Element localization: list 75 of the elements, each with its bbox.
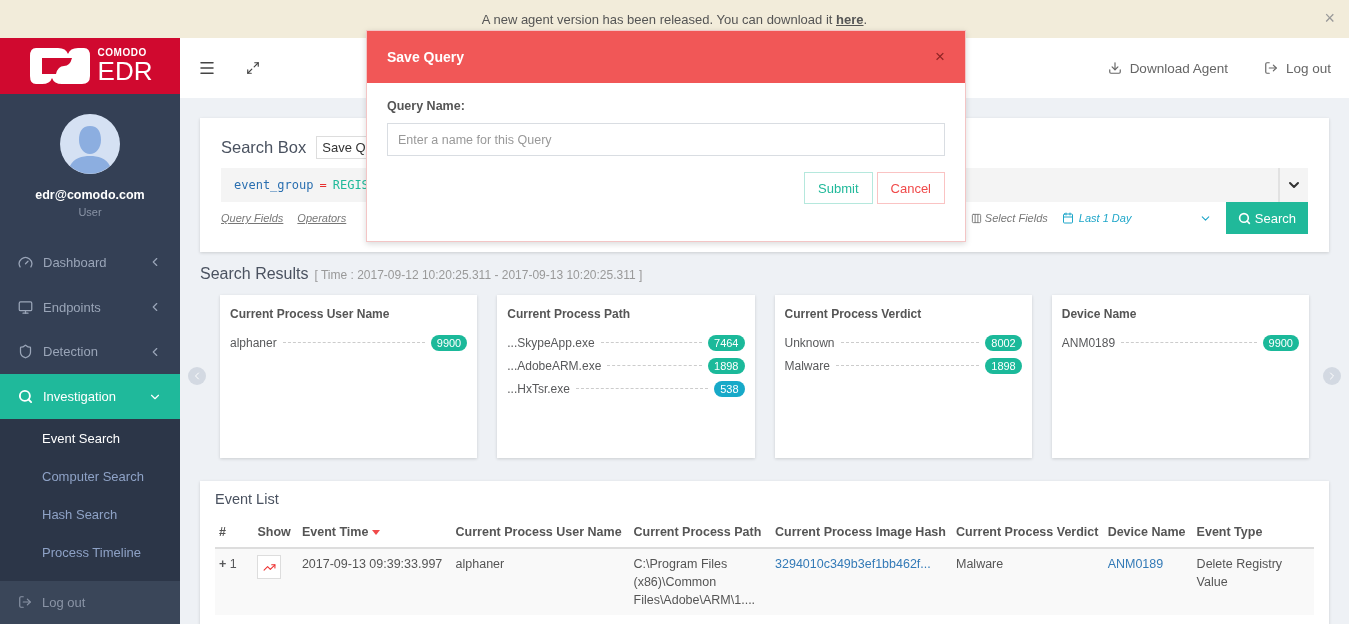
nav-item[interactable]: Dashboard bbox=[0, 239, 180, 285]
table-cell: alphaner bbox=[455, 557, 505, 571]
brand-name: COMODO bbox=[97, 47, 148, 58]
download-icon bbox=[1107, 61, 1122, 75]
banner-message: A new agent version has been released. You can download it here. bbox=[481, 11, 868, 27]
result-label: Unknown bbox=[784, 335, 835, 350]
show-graph-button[interactable] bbox=[257, 555, 282, 579]
nav-subitem[interactable]: Hash Search bbox=[0, 495, 180, 533]
help-link[interactable]: Query Fields bbox=[221, 212, 284, 224]
panel-title: Event List bbox=[215, 491, 280, 507]
query-name-field[interactable]: Enter a name for this Query bbox=[387, 123, 945, 156]
count-badge: 1898 bbox=[708, 357, 745, 374]
result-label: ...SkypeApp.exe bbox=[507, 335, 595, 350]
table-link[interactable]: ANM0189 bbox=[1107, 557, 1164, 571]
avatar-silhouette bbox=[60, 113, 120, 174]
result-label: ...HxTsr.exe bbox=[507, 381, 570, 396]
field-label: Query Name: bbox=[387, 99, 466, 113]
header-link[interactable]: Download Agent bbox=[1107, 60, 1228, 76]
table-cell: Malware bbox=[956, 557, 1004, 571]
submit-button[interactable]: Submit bbox=[804, 172, 873, 204]
nav-item[interactable]: Detection bbox=[0, 329, 180, 375]
result-label: alphaner bbox=[230, 335, 277, 350]
count-badge: 1898 bbox=[985, 357, 1022, 374]
sort-caret-icon bbox=[372, 530, 381, 536]
help-link[interactable]: Operators bbox=[297, 212, 347, 224]
time-range: [ Time : 2017-09-12 10:20:25.311 - 2017-09-13 10:20:25.311 ] bbox=[314, 268, 643, 282]
logout-icon bbox=[1263, 61, 1278, 75]
search-icon bbox=[18, 389, 33, 405]
table-cell: Delete Registry Value bbox=[1196, 557, 1283, 589]
user-role: User bbox=[78, 205, 102, 218]
header-link[interactable]: Log out bbox=[1263, 60, 1331, 76]
product-name: EDR bbox=[97, 57, 153, 84]
count-badge: 8002 bbox=[985, 334, 1022, 351]
calendar-icon bbox=[1061, 212, 1074, 224]
table-cell: 2017-09-13 09:39:33.997 bbox=[301, 557, 443, 571]
card-title: Current Process Verdict bbox=[784, 307, 923, 321]
menu-icon[interactable] bbox=[198, 59, 216, 77]
nav-item[interactable]: Investigation bbox=[0, 374, 180, 419]
cancel-button[interactable]: Cancel bbox=[876, 172, 945, 204]
select-fields-link[interactable]: Select Fields bbox=[970, 212, 1048, 224]
monitor-icon bbox=[18, 299, 33, 315]
dialog-title: Save Query bbox=[387, 49, 465, 65]
search-button[interactable]: Search bbox=[1225, 202, 1308, 234]
sidebar-logout[interactable]: Log out bbox=[0, 581, 180, 624]
nav-subitem[interactable]: Process Timeline bbox=[0, 533, 180, 571]
row-index[interactable]: + 1 bbox=[219, 557, 237, 571]
table-link[interactable]: 3294010c349b3ef1bb462f... bbox=[775, 557, 931, 571]
logo-mark-icon bbox=[27, 45, 92, 86]
count-badge: 9900 bbox=[430, 334, 468, 351]
nav-item[interactable]: Endpoints bbox=[0, 284, 180, 330]
section-title: Search Results bbox=[200, 265, 309, 283]
count-badge: 9900 bbox=[1262, 334, 1299, 351]
shield-icon bbox=[18, 344, 33, 360]
expand-icon[interactable] bbox=[246, 61, 260, 75]
dashboard-icon bbox=[18, 254, 33, 270]
nav-subitem[interactable]: Event Search bbox=[0, 419, 180, 457]
count-badge: 7464 bbox=[708, 334, 745, 351]
close-button[interactable]: × bbox=[1324, 8, 1335, 29]
user-email: edr@comodo.com bbox=[35, 187, 145, 202]
result-label: ...AdobeARM.exe bbox=[507, 358, 602, 373]
close-button[interactable]: × bbox=[935, 47, 945, 67]
download-link[interactable]: here bbox=[836, 11, 864, 27]
date-range-select[interactable]: Last 1 Day bbox=[1061, 211, 1212, 225]
nav-subitem[interactable]: Computer Search bbox=[0, 457, 180, 495]
card-title: Current Process User Name bbox=[230, 307, 391, 321]
result-label: Malware bbox=[784, 358, 830, 373]
columns-icon bbox=[970, 212, 982, 224]
card-title: Device Name bbox=[1061, 307, 1138, 321]
table-cell: C:\Program Files (x86)\Common Files\Adobe\ARM\1.... bbox=[633, 557, 756, 607]
search-icon bbox=[1237, 211, 1251, 225]
card-title: Current Process Path bbox=[507, 307, 631, 321]
result-label: ANM0189 bbox=[1061, 335, 1116, 350]
logout-icon bbox=[18, 595, 32, 609]
count-badge: 538 bbox=[714, 380, 745, 397]
panel-title: Search Box bbox=[221, 137, 307, 157]
